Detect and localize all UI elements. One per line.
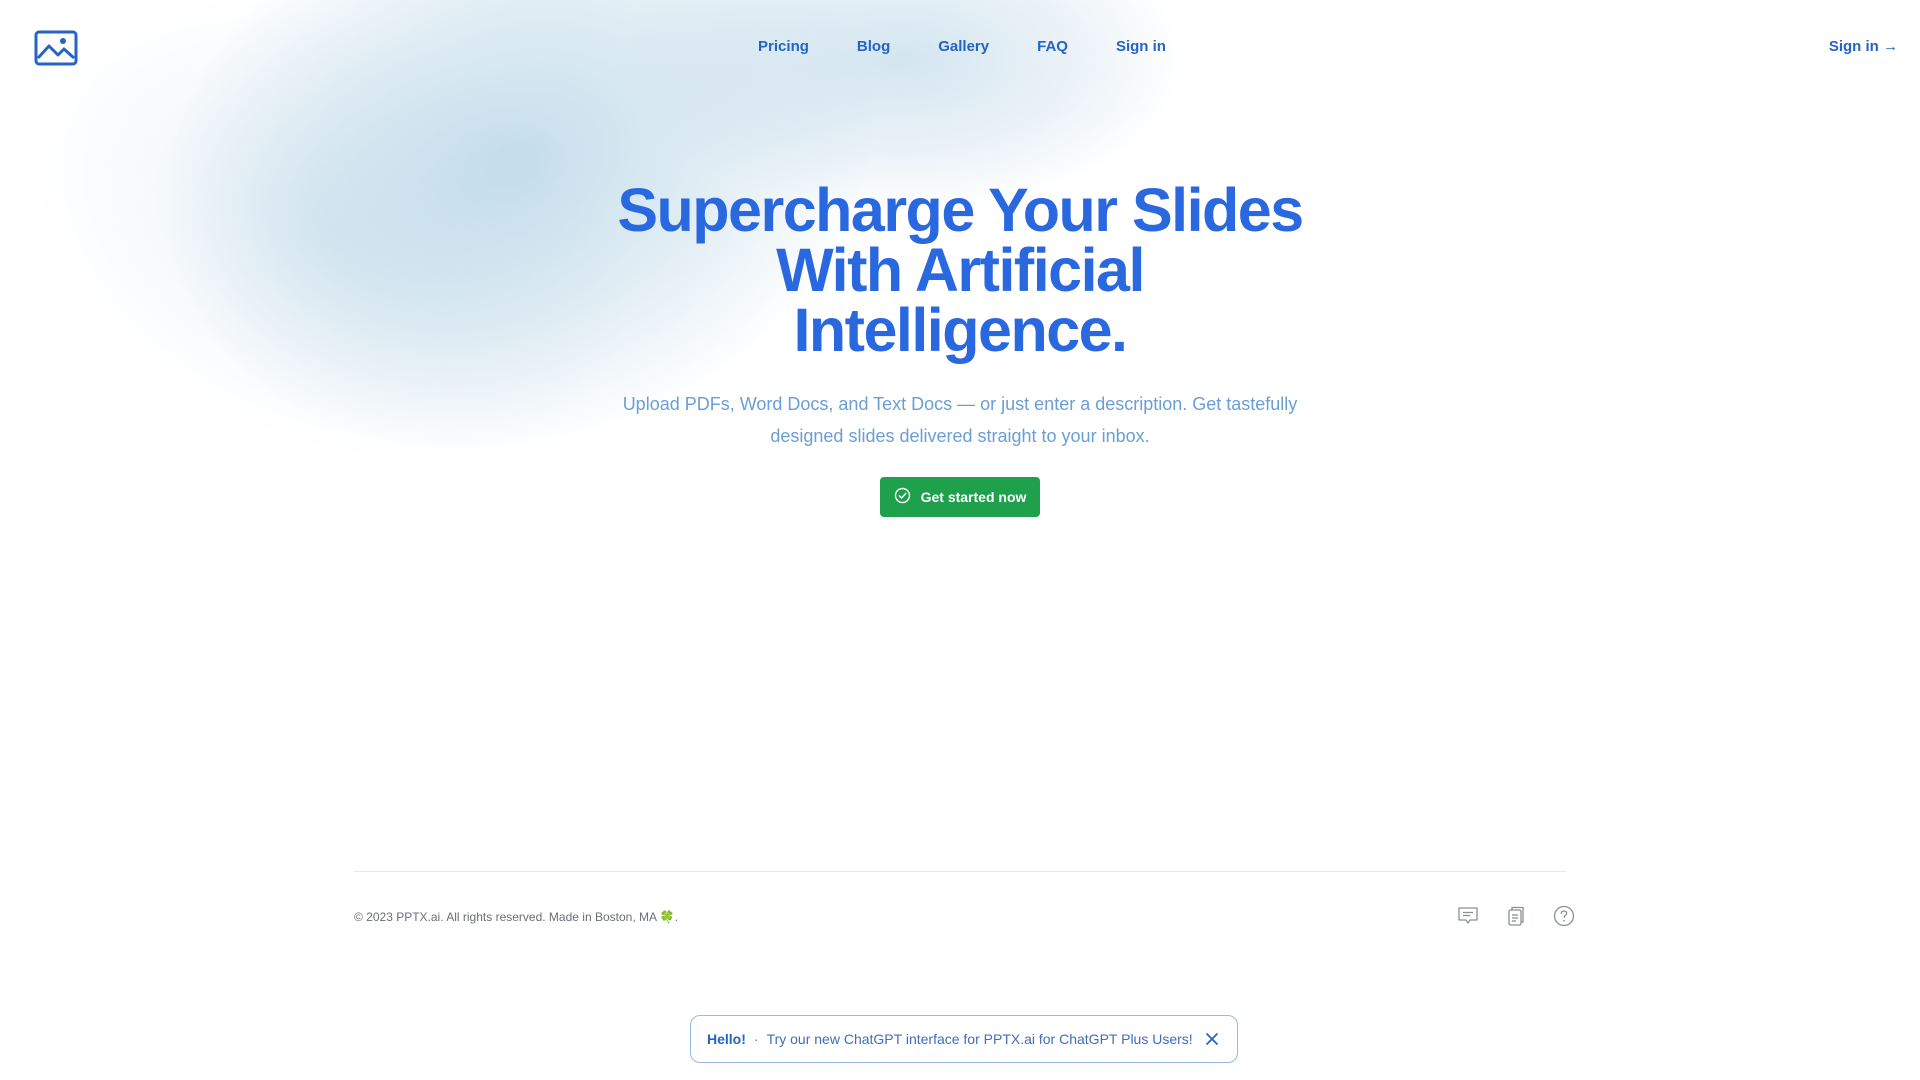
- check-circle-icon: [894, 487, 911, 507]
- nav-sign-in[interactable]: Sign in: [1116, 38, 1166, 55]
- nav-gallery[interactable]: Gallery: [938, 38, 989, 55]
- main-nav: Pricing Blog Gallery FAQ Sign in: [0, 38, 1920, 55]
- banner-separator: ·: [753, 1031, 759, 1047]
- hero-subtext: Upload PDFs, Word Docs, and Text Docs — …: [622, 394, 1298, 446]
- announcement-banner: Hello! · Try our new ChatGPT interface f…: [690, 1015, 1238, 1063]
- banner-greeting: Hello!: [707, 1031, 746, 1047]
- nav-faq[interactable]: FAQ: [1037, 38, 1068, 55]
- footer-icon-group: [1456, 904, 1576, 928]
- get-started-button[interactable]: Get started now: [879, 477, 1041, 517]
- copyright-text: © 2023 PPTX.ai. All rights reserved. Mad…: [354, 910, 678, 924]
- nav-blog[interactable]: Blog: [857, 38, 890, 55]
- close-icon[interactable]: [1203, 1030, 1221, 1048]
- banner-message[interactable]: Try our new ChatGPT interface for PPTX.a…: [767, 1031, 1193, 1047]
- hero-section: Supercharge Your Slides With Artificial …: [0, 180, 1920, 517]
- get-started-label: Get started now: [920, 489, 1027, 505]
- chat-icon[interactable]: [1456, 904, 1480, 928]
- header-sign-in-link[interactable]: Sign in →: [1829, 38, 1898, 55]
- clipboard-icon[interactable]: [1504, 904, 1528, 928]
- footer-divider: [354, 871, 1566, 872]
- help-icon[interactable]: [1552, 904, 1576, 928]
- nav-pricing[interactable]: Pricing: [758, 38, 809, 55]
- hero-headline: Supercharge Your Slides With Artificial …: [617, 176, 1304, 364]
